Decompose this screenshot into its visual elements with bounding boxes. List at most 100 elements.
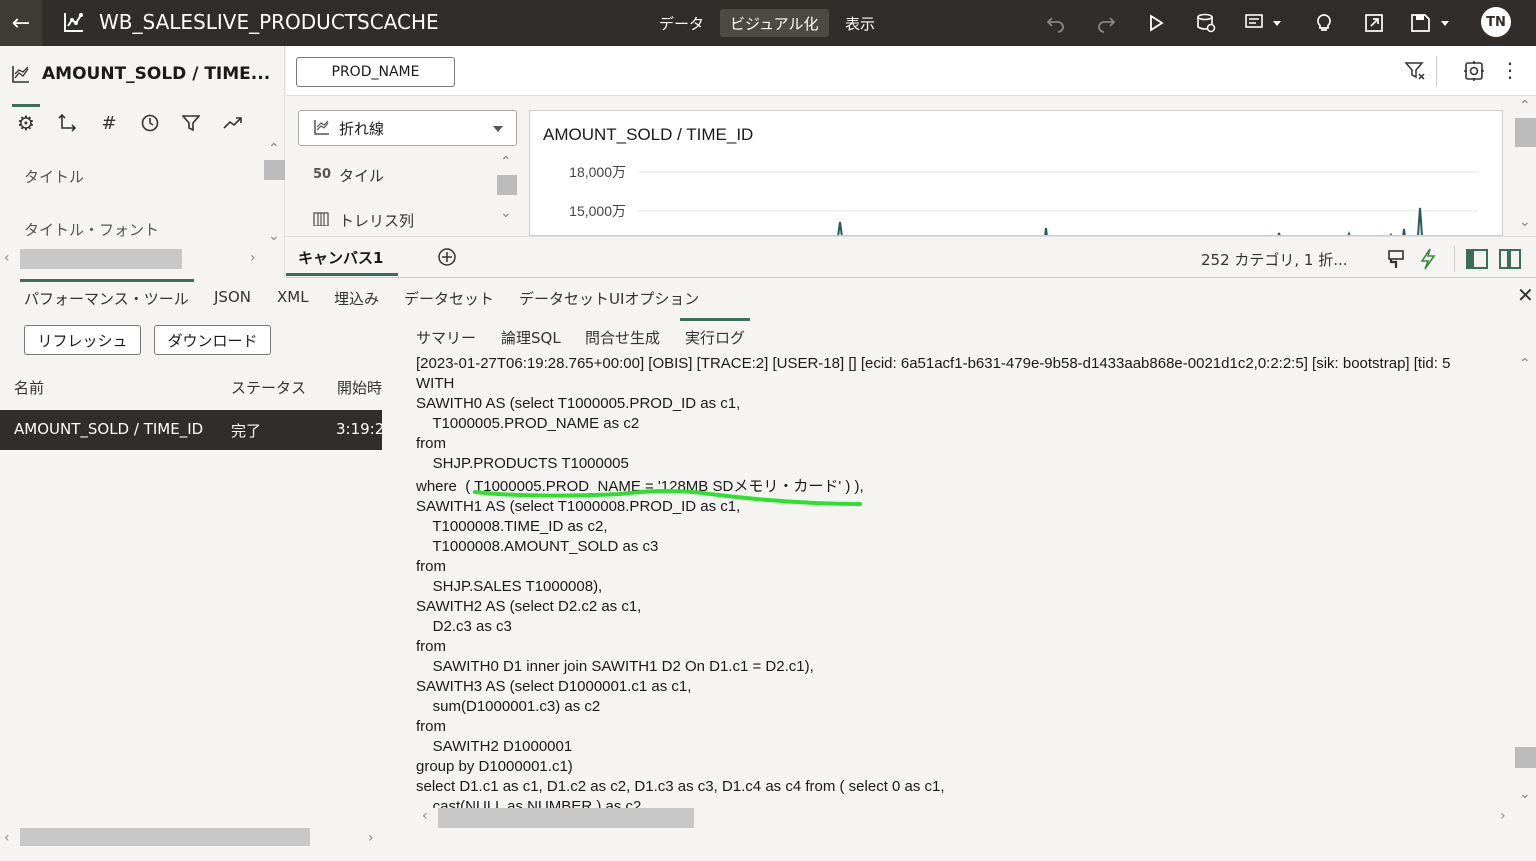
prop-title-label[interactable]: タイトル	[24, 166, 84, 187]
grammar-trellis-clip: トレリス列	[298, 208, 498, 235]
auto-apply-lightning-icon[interactable]	[1418, 248, 1438, 274]
user-avatar[interactable]: TN	[1481, 7, 1511, 37]
refresh-button[interactable]: リフレッシュ	[24, 325, 141, 355]
list-hscroll-thumb[interactable]	[20, 828, 310, 846]
active-dev-tab-indicator	[20, 279, 194, 282]
line-chart-icon	[12, 66, 29, 83]
undo-icon[interactable]	[1042, 9, 1070, 37]
lightbulb-icon[interactable]	[1310, 9, 1338, 37]
line-chart: AMOUNT_SOLD / TIME_ID 18,000万 15,000万	[543, 125, 1478, 235]
log-line: T1000008.AMOUNT_SOLD as c3	[416, 538, 659, 555]
active-canvas-tab-indicator	[286, 273, 398, 276]
grammar-scroll-up[interactable]: ⌃	[500, 154, 512, 170]
save-menu-icon[interactable]	[1408, 9, 1456, 37]
data-refresh-icon[interactable]	[1192, 9, 1220, 37]
log-scroll-right[interactable]: ›	[1500, 808, 1506, 824]
number-format-icon[interactable]: #	[94, 108, 124, 138]
download-button[interactable]: ダウンロード	[154, 325, 271, 355]
log-line: SAWITH3 AS (select D1000001.c1 as c1,	[416, 678, 692, 695]
active-prop-tab-indicator	[12, 104, 40, 107]
filter-settings-icon[interactable]	[1404, 60, 1426, 86]
scroll-down-arrow[interactable]: ⌄	[268, 228, 280, 244]
log-tab-query-generation[interactable]: 問合せ生成	[585, 327, 660, 348]
col-header-status[interactable]: ステータス	[231, 377, 306, 398]
dropdown-caret-icon[interactable]	[493, 126, 503, 132]
dev-tab-xml[interactable]: XML	[277, 288, 309, 306]
axis-icon[interactable]	[52, 108, 82, 138]
canvas-tab-bar	[286, 236, 1536, 278]
more-options-icon[interactable]: ⋮	[1500, 60, 1520, 80]
log-line: from	[416, 638, 446, 655]
visualization-canvas[interactable]: AMOUNT_SOLD / TIME_ID 18,000万 15,000万	[529, 110, 1503, 236]
scroll-left-arrow[interactable]: ‹	[4, 250, 10, 266]
log-tab-execution-log[interactable]: 実行ログ	[685, 327, 745, 348]
scroll-up-arrow[interactable]: ⌃	[268, 141, 280, 157]
filter-icon[interactable]	[176, 108, 206, 138]
row-name: AMOUNT_SOLD / TIME_ID	[14, 420, 204, 438]
filter-config-icon[interactable]	[1463, 60, 1485, 86]
vertical-scrollbar-thumb[interactable]	[264, 160, 285, 180]
add-canvas-icon[interactable]	[437, 247, 457, 271]
run-icon[interactable]	[1142, 9, 1170, 37]
viz-title: AMOUNT_SOLD / TIME...	[42, 64, 271, 84]
log-scroll-down[interactable]: ⌄	[1519, 786, 1531, 802]
horizontal-scrollbar-thumb[interactable]	[20, 249, 182, 269]
log-line: SHJP.PRODUCTS T1000005	[416, 455, 629, 472]
redo-icon[interactable]	[1092, 9, 1120, 37]
log-line: SHJP.SALES T1000008),	[416, 578, 603, 595]
toggle-split-panel-icon[interactable]	[1499, 249, 1521, 273]
series-spike	[837, 221, 843, 235]
filter-pill-prod-name[interactable]: PROD_NAME	[296, 57, 455, 87]
paintbrush-icon[interactable]	[1387, 249, 1405, 273]
series-spike	[1402, 228, 1406, 235]
canvas-scroll-up[interactable]: ⌃	[1519, 98, 1531, 114]
canvas-scroll-down[interactable]: ⌄	[1519, 214, 1531, 230]
category-count: 252 カテゴリ, 1 折...	[1201, 251, 1348, 269]
analytics-trend-icon[interactable]	[218, 108, 248, 138]
list-scroll-left[interactable]: ‹	[4, 830, 10, 846]
comment-menu-icon[interactable]	[1242, 9, 1286, 37]
list-scroll-right[interactable]: ›	[368, 830, 374, 846]
execution-log-text: [2023-01-27T06:19:28.765+00:00] [OBIS] […	[416, 353, 1515, 808]
canvas-scrollbar-thumb[interactable]	[1515, 118, 1536, 147]
log-scroll-up[interactable]: ⌃	[1519, 356, 1531, 372]
log-line: sum(D1000001.c3) as c2	[416, 698, 601, 715]
dev-tab-json[interactable]: JSON	[214, 288, 251, 306]
grammar-tile-label[interactable]: タイル	[339, 165, 384, 186]
col-header-start-time[interactable]: 開始時	[337, 377, 382, 398]
series-spike	[1044, 227, 1048, 235]
close-panel-icon[interactable]: ✕	[1517, 283, 1534, 307]
col-header-name[interactable]: 名前	[14, 377, 44, 398]
general-settings-icon[interactable]: ⚙	[11, 108, 41, 138]
log-line: WITH	[416, 375, 455, 392]
dev-tab-dataset[interactable]: データセット	[404, 288, 494, 309]
grammar-scroll-down[interactable]: ⌄	[500, 205, 512, 221]
log-vscroll-thumb[interactable]	[1515, 747, 1536, 768]
prop-title-font-label[interactable]: タイトル・フォント	[24, 219, 159, 240]
log-line: D2.c3 as c3	[416, 618, 512, 635]
grammar-scrollbar-thumb[interactable]	[497, 175, 517, 195]
log-scroll-left[interactable]: ‹	[422, 808, 428, 824]
y-tick-label: 15,000万	[569, 203, 626, 219]
log-line: SAWITH2 D1000001	[416, 738, 573, 755]
toggle-left-panel-icon[interactable]	[1466, 249, 1488, 273]
log-line: from	[416, 558, 446, 575]
nav-visualize[interactable]: ビジュアル化	[720, 9, 829, 37]
log-tab-summary[interactable]: サマリー	[416, 327, 476, 348]
log-tab-logical-sql[interactable]: 論理SQL	[501, 327, 561, 348]
export-icon[interactable]	[1360, 9, 1388, 37]
y-tick-label: 18,000万	[569, 164, 626, 180]
log-line: T1000008.TIME_ID as c2,	[416, 518, 608, 535]
toolbar-divider	[1436, 56, 1437, 86]
log-hscroll-thumb[interactable]	[438, 808, 694, 828]
back-arrow-icon[interactable]: ←	[0, 0, 42, 46]
canvas-tab-1[interactable]: キャンバス1	[298, 247, 383, 268]
nav-data[interactable]: データ	[649, 9, 714, 37]
scroll-right-arrow[interactable]: ›	[250, 250, 256, 266]
nav-present[interactable]: 表示	[835, 9, 885, 37]
time-icon[interactable]	[135, 108, 165, 138]
dev-tab-embed[interactable]: 埋込み	[334, 288, 379, 309]
dev-tab-dataset-ui-options[interactable]: データセットUIオプション	[519, 288, 699, 309]
grammar-trellis-label[interactable]: トレリス列	[339, 210, 414, 231]
dev-tab-performance[interactable]: パフォーマンス・ツール	[24, 288, 189, 309]
